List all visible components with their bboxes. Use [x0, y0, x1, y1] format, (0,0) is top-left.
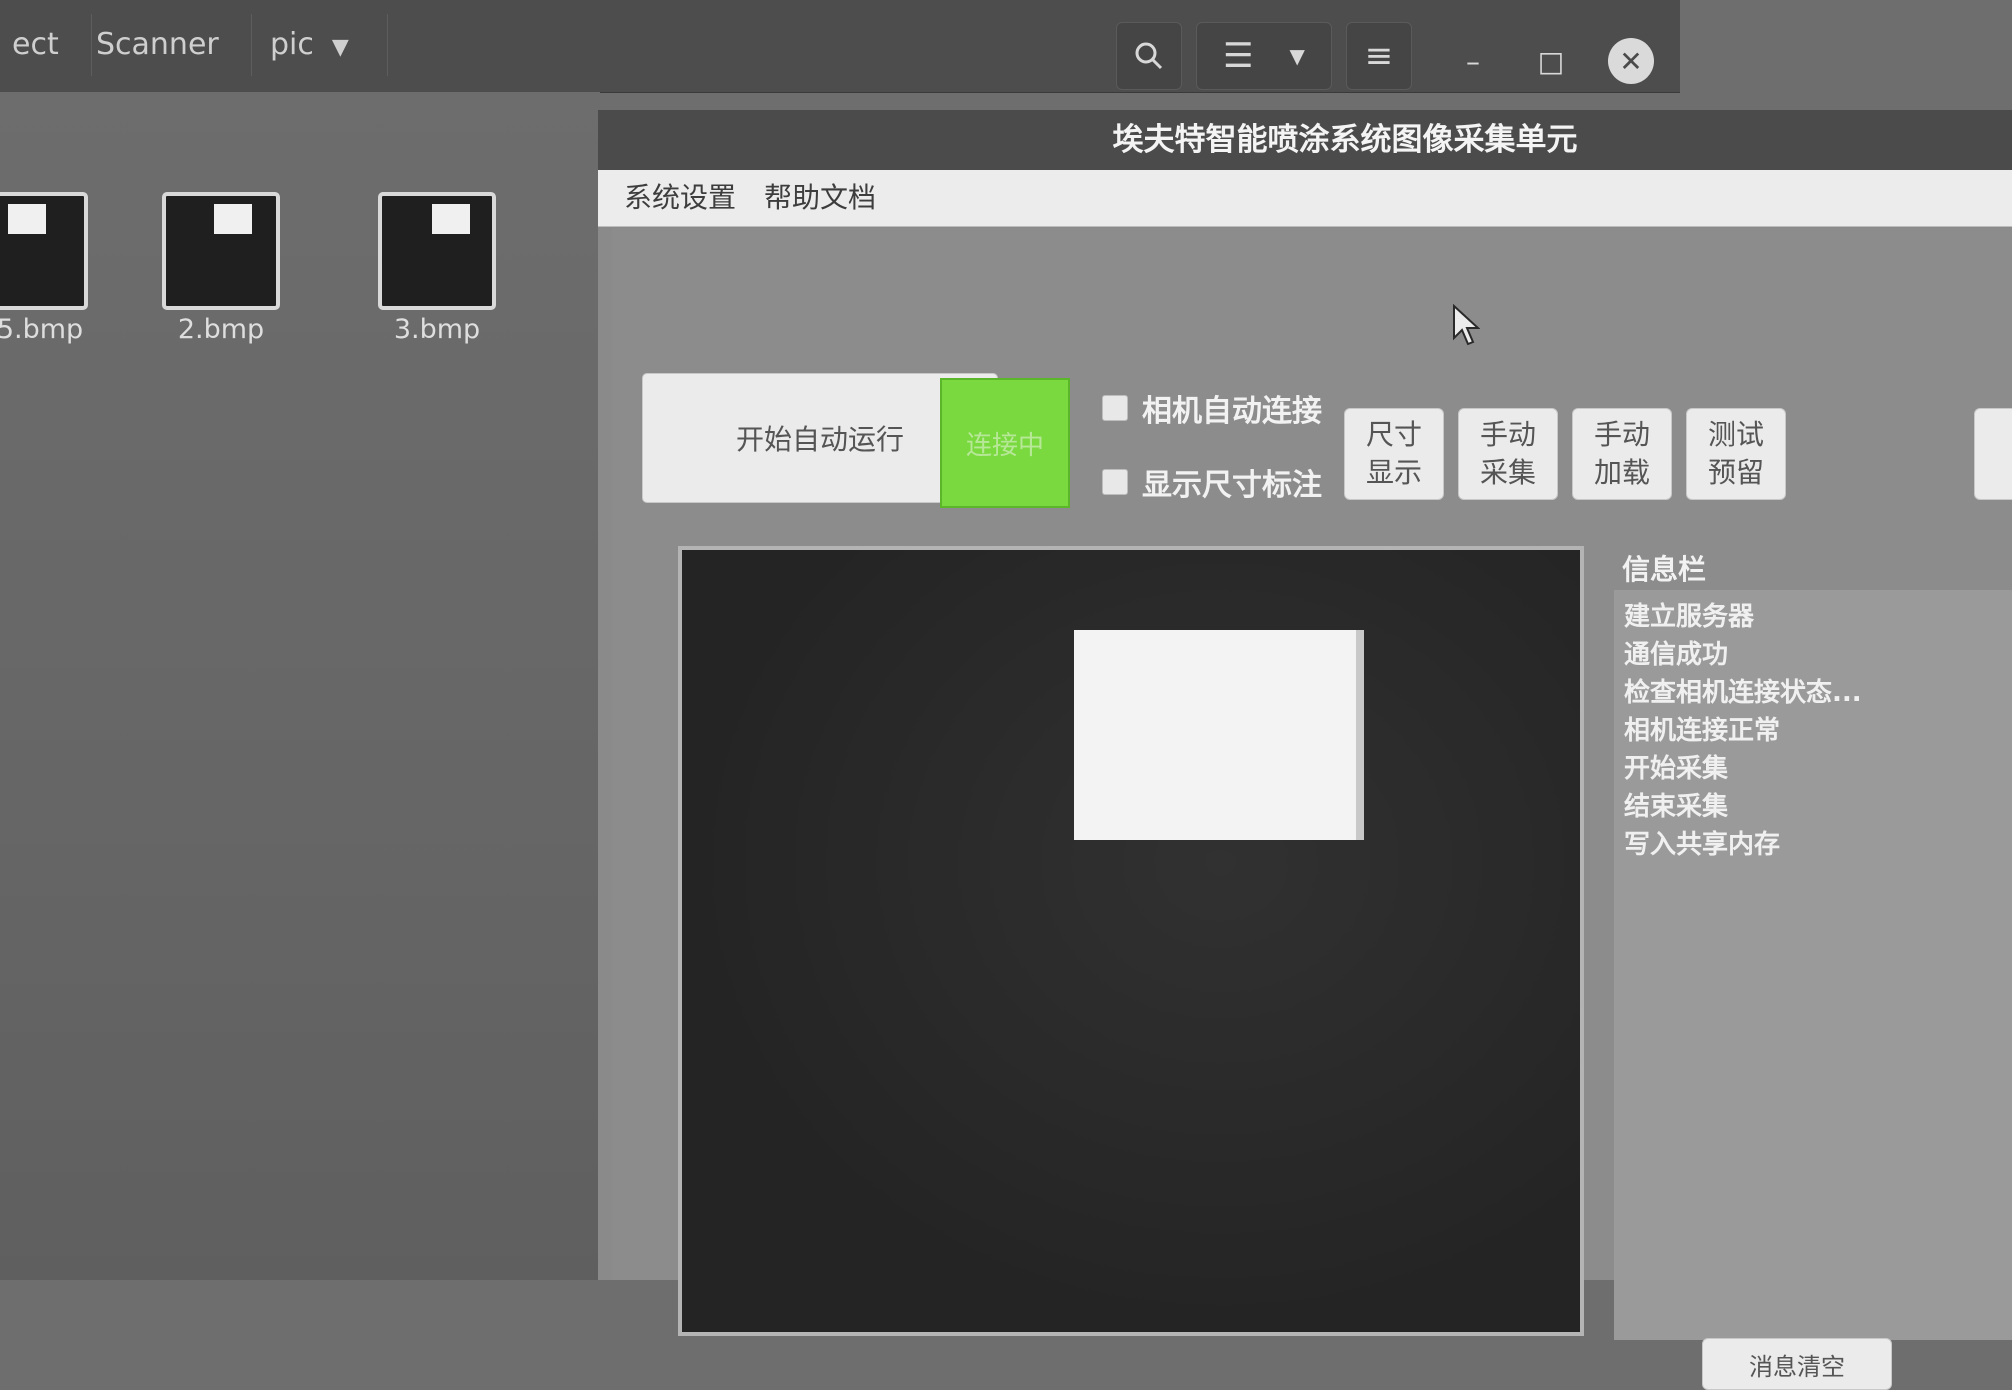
button-label-line2: 加载	[1593, 456, 1650, 489]
info-panel-title: 信息栏	[1622, 553, 1707, 586]
clear-messages-button[interactable]: 消息清空	[1702, 1338, 1892, 1390]
button-label-line2: 预留	[1707, 456, 1764, 489]
breadcrumb-pic[interactable]: pic ▼	[238, 14, 388, 76]
main-panel: 开始自动运行 连接中 相机自动连接 显示尺寸标注 尺寸 显示 手动 采集 手动 加载 …	[612, 228, 2012, 1390]
camera-image-view	[678, 546, 1584, 1336]
button-label-line1: 尺寸	[1365, 418, 1422, 451]
hamburger-menu-icon: ≡	[1364, 36, 1394, 76]
connection-status-indicator: 连接中	[940, 378, 1070, 508]
menu-bar: 系统设置 帮助文档	[598, 170, 2012, 227]
captured-object	[1074, 630, 1356, 840]
file-thumbnail[interactable]	[162, 192, 280, 310]
menu-help-docs[interactable]: 帮助文档	[764, 170, 876, 226]
window-title: 埃夫特智能喷涂系统图像采集单元	[1112, 122, 1578, 158]
maximize-button[interactable]: □	[1528, 38, 1574, 84]
info-message: 结束采集	[1624, 792, 1729, 822]
file-name[interactable]: 3.bmp	[347, 314, 527, 345]
info-message: 建立服务器	[1624, 602, 1755, 632]
overflow-button[interactable]	[1974, 408, 2012, 500]
breadcrumb-pic-label: pic	[270, 27, 314, 62]
mouse-cursor-icon	[1453, 304, 1480, 346]
file-grid: 5.bmp 2.bmp 3.bmp	[0, 92, 600, 1280]
info-message: 相机连接正常	[1624, 716, 1781, 746]
image-acquisition-window: 埃夫特智能喷涂系统图像采集单元 系统设置 帮助文档 开始自动运行 连接中 相机自…	[598, 110, 2012, 1390]
file-manager-header: ect Scanner pic ▼ ☰ ▼ ≡ – □ ✕	[0, 0, 1680, 93]
button-label-line2: 采集	[1479, 456, 1536, 489]
window-title-bar: 埃夫特智能喷涂系统图像采集单元	[598, 110, 2012, 170]
menu-system-settings[interactable]: 系统设置	[624, 170, 736, 226]
view-mode-button[interactable]: ☰ ▼	[1196, 22, 1332, 90]
button-label-line1: 测试	[1707, 418, 1764, 451]
camera-auto-connect-checkbox[interactable]: 相机自动连接	[1102, 386, 1322, 430]
thumbnail-image	[8, 204, 46, 234]
list-view-icon: ☰	[1223, 36, 1254, 76]
button-label-line1: 手动	[1593, 418, 1650, 451]
minimize-button[interactable]: –	[1450, 38, 1496, 84]
file-name[interactable]: 5.bmp	[0, 314, 130, 345]
close-button[interactable]: ✕	[1608, 38, 1654, 84]
info-message: 开始采集	[1624, 754, 1729, 784]
minimize-icon: –	[1466, 44, 1480, 78]
button-label-line1: 手动	[1479, 418, 1536, 451]
info-message: 写入共享内存	[1624, 830, 1781, 860]
manual-capture-button[interactable]: 手动 采集	[1458, 408, 1558, 500]
checkbox-label: 相机自动连接	[1142, 394, 1322, 429]
file-thumbnail[interactable]	[0, 192, 88, 310]
menu-button[interactable]: ≡	[1346, 22, 1412, 90]
test-reserved-button[interactable]: 测试 预留	[1686, 408, 1786, 500]
show-dimension-checkbox[interactable]: 显示尺寸标注	[1102, 460, 1322, 504]
button-label-line2: 显示	[1365, 456, 1422, 489]
chevron-down-icon: ▼	[331, 35, 349, 60]
close-icon: ✕	[1619, 44, 1643, 78]
info-message: 检查相机连接状态...	[1624, 678, 1862, 708]
checkbox-label: 显示尺寸标注	[1142, 468, 1322, 503]
file-name[interactable]: 2.bmp	[131, 314, 311, 345]
dimension-display-button[interactable]: 尺寸 显示	[1344, 408, 1444, 500]
info-panel: 建立服务器 通信成功 检查相机连接状态... 相机连接正常 开始采集 结束采集 …	[1614, 590, 2012, 1340]
checkbox-box[interactable]	[1102, 395, 1128, 421]
thumbnail-image	[214, 204, 252, 234]
manual-load-button[interactable]: 手动 加载	[1572, 408, 1672, 500]
maximize-icon: □	[1537, 44, 1565, 78]
checkbox-box[interactable]	[1102, 469, 1128, 495]
file-thumbnail[interactable]	[378, 192, 496, 310]
search-icon	[1135, 42, 1163, 70]
thumbnail-image	[432, 204, 470, 234]
search-button[interactable]	[1116, 22, 1182, 90]
info-message-list: 建立服务器 通信成功 检查相机连接状态... 相机连接正常 开始采集 结束采集 …	[1614, 590, 2012, 864]
breadcrumb-scanner[interactable]: Scanner	[64, 14, 252, 76]
chevron-down-icon: ▼	[1289, 44, 1305, 68]
info-message: 通信成功	[1624, 640, 1729, 670]
